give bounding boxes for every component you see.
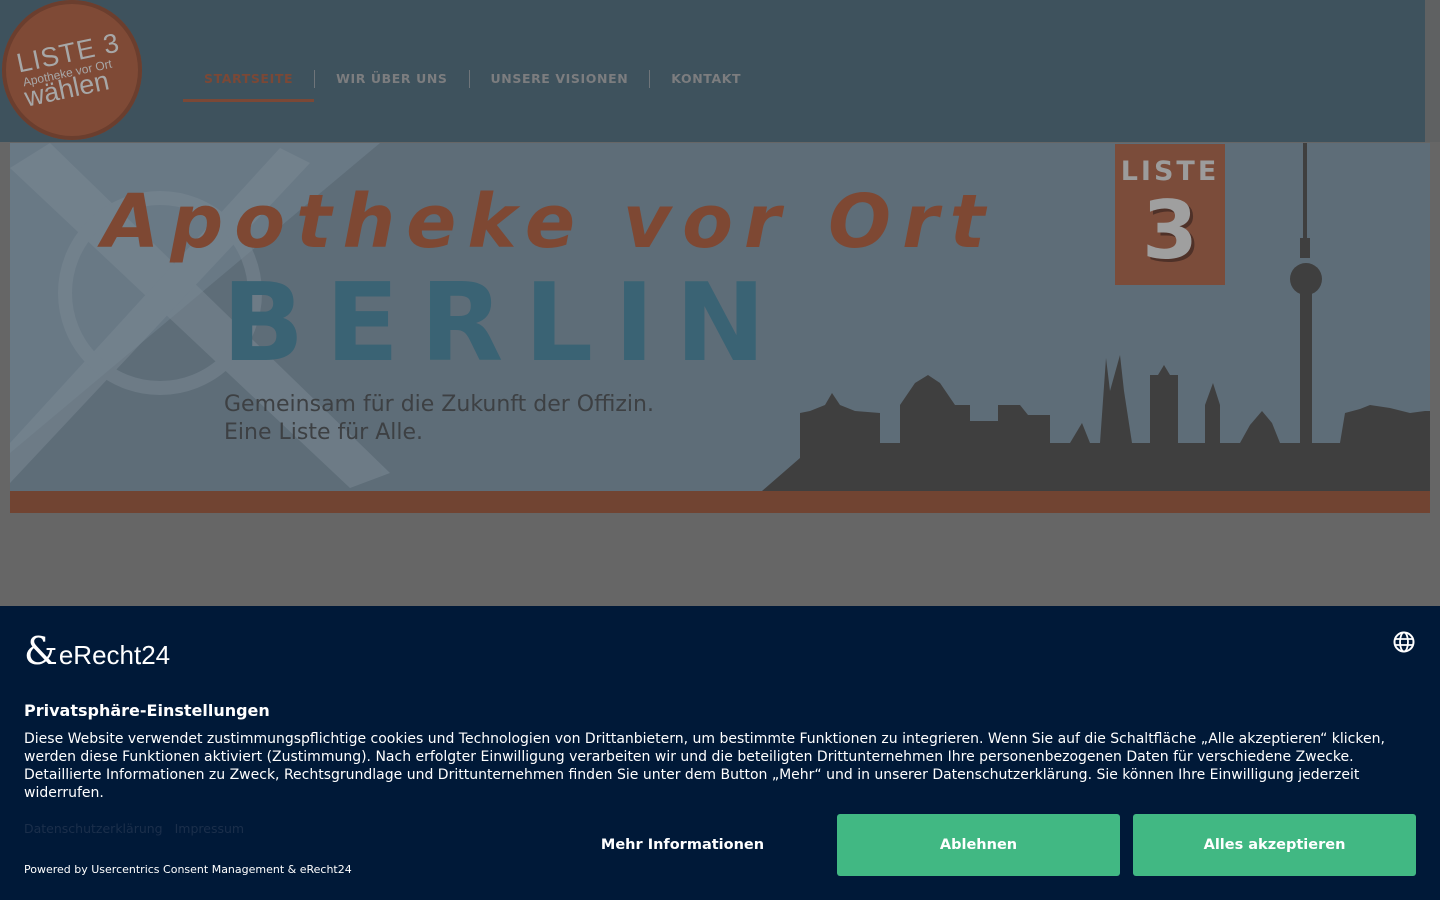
list-badge-label: LISTE xyxy=(1120,156,1220,187)
globe-icon[interactable] xyxy=(1392,630,1416,654)
scrollbar-gutter xyxy=(1425,0,1440,142)
banner-subtitle-line2: Eine Liste für Alle. xyxy=(224,420,423,445)
banner-accent-bar xyxy=(10,491,1430,513)
brand-name: eRecht24 xyxy=(58,640,171,670)
banner-title: Apotheke vor Ort xyxy=(102,179,996,265)
banner-city: BERLIN xyxy=(222,261,787,386)
privacy-policy-link[interactable]: Datenschutzerklärung xyxy=(24,821,163,836)
powered-by-text: Powered by Usercentrics Consent Manageme… xyxy=(24,863,352,876)
ampersand-logo-icon: & xyxy=(24,629,58,673)
hero-banner: Apotheke vor Ort BERLIN Gemeinsam für di… xyxy=(10,143,1430,513)
page-content-area xyxy=(0,513,1440,606)
tv-tower-silhouette xyxy=(1290,143,1322,491)
banner-subtitle: Gemeinsam für die Zukunft der Offizin. E… xyxy=(224,391,654,447)
nav-item-unsere-visionen[interactable]: UNSERE VISIONEN xyxy=(470,60,650,98)
site-header: LISTE 3 Apotheke vor Ort wählen STARTSEI… xyxy=(0,0,1425,142)
imprint-link[interactable]: Impressum xyxy=(175,821,244,836)
deny-button[interactable]: Ablehnen xyxy=(837,814,1120,876)
main-navigation: STARTSEITE WIR ÜBER UNS UNSERE VISIONEN … xyxy=(183,60,762,102)
nav-item-startseite[interactable]: STARTSEITE xyxy=(183,60,315,102)
accept-all-button[interactable]: Alles akzeptieren xyxy=(1133,814,1416,876)
cookie-consent-banner: & eRecht24 Privatsphäre-Einstellungen Di… xyxy=(0,606,1440,900)
nav-item-kontakt[interactable]: KONTAKT xyxy=(650,60,762,98)
site-logo[interactable]: LISTE 3 Apotheke vor Ort wählen xyxy=(2,0,142,140)
consent-brand-logo: & eRecht24 xyxy=(24,630,170,670)
list-badge: LISTE 3 xyxy=(1115,144,1225,285)
consent-title: Privatsphäre-Einstellungen xyxy=(24,701,270,720)
consent-links: Datenschutzerklärung Impressum xyxy=(24,821,244,836)
banner-subtitle-line1: Gemeinsam für die Zukunft der Offizin. xyxy=(224,392,654,417)
consent-description: Diese Website verwendet zustimmungspflic… xyxy=(24,731,1385,801)
nav-item-wir-ueber-uns[interactable]: WIR ÜBER UNS xyxy=(315,60,468,98)
list-badge-number: 3 xyxy=(1142,184,1198,277)
more-information-button[interactable]: Mehr Informationen xyxy=(541,814,824,876)
